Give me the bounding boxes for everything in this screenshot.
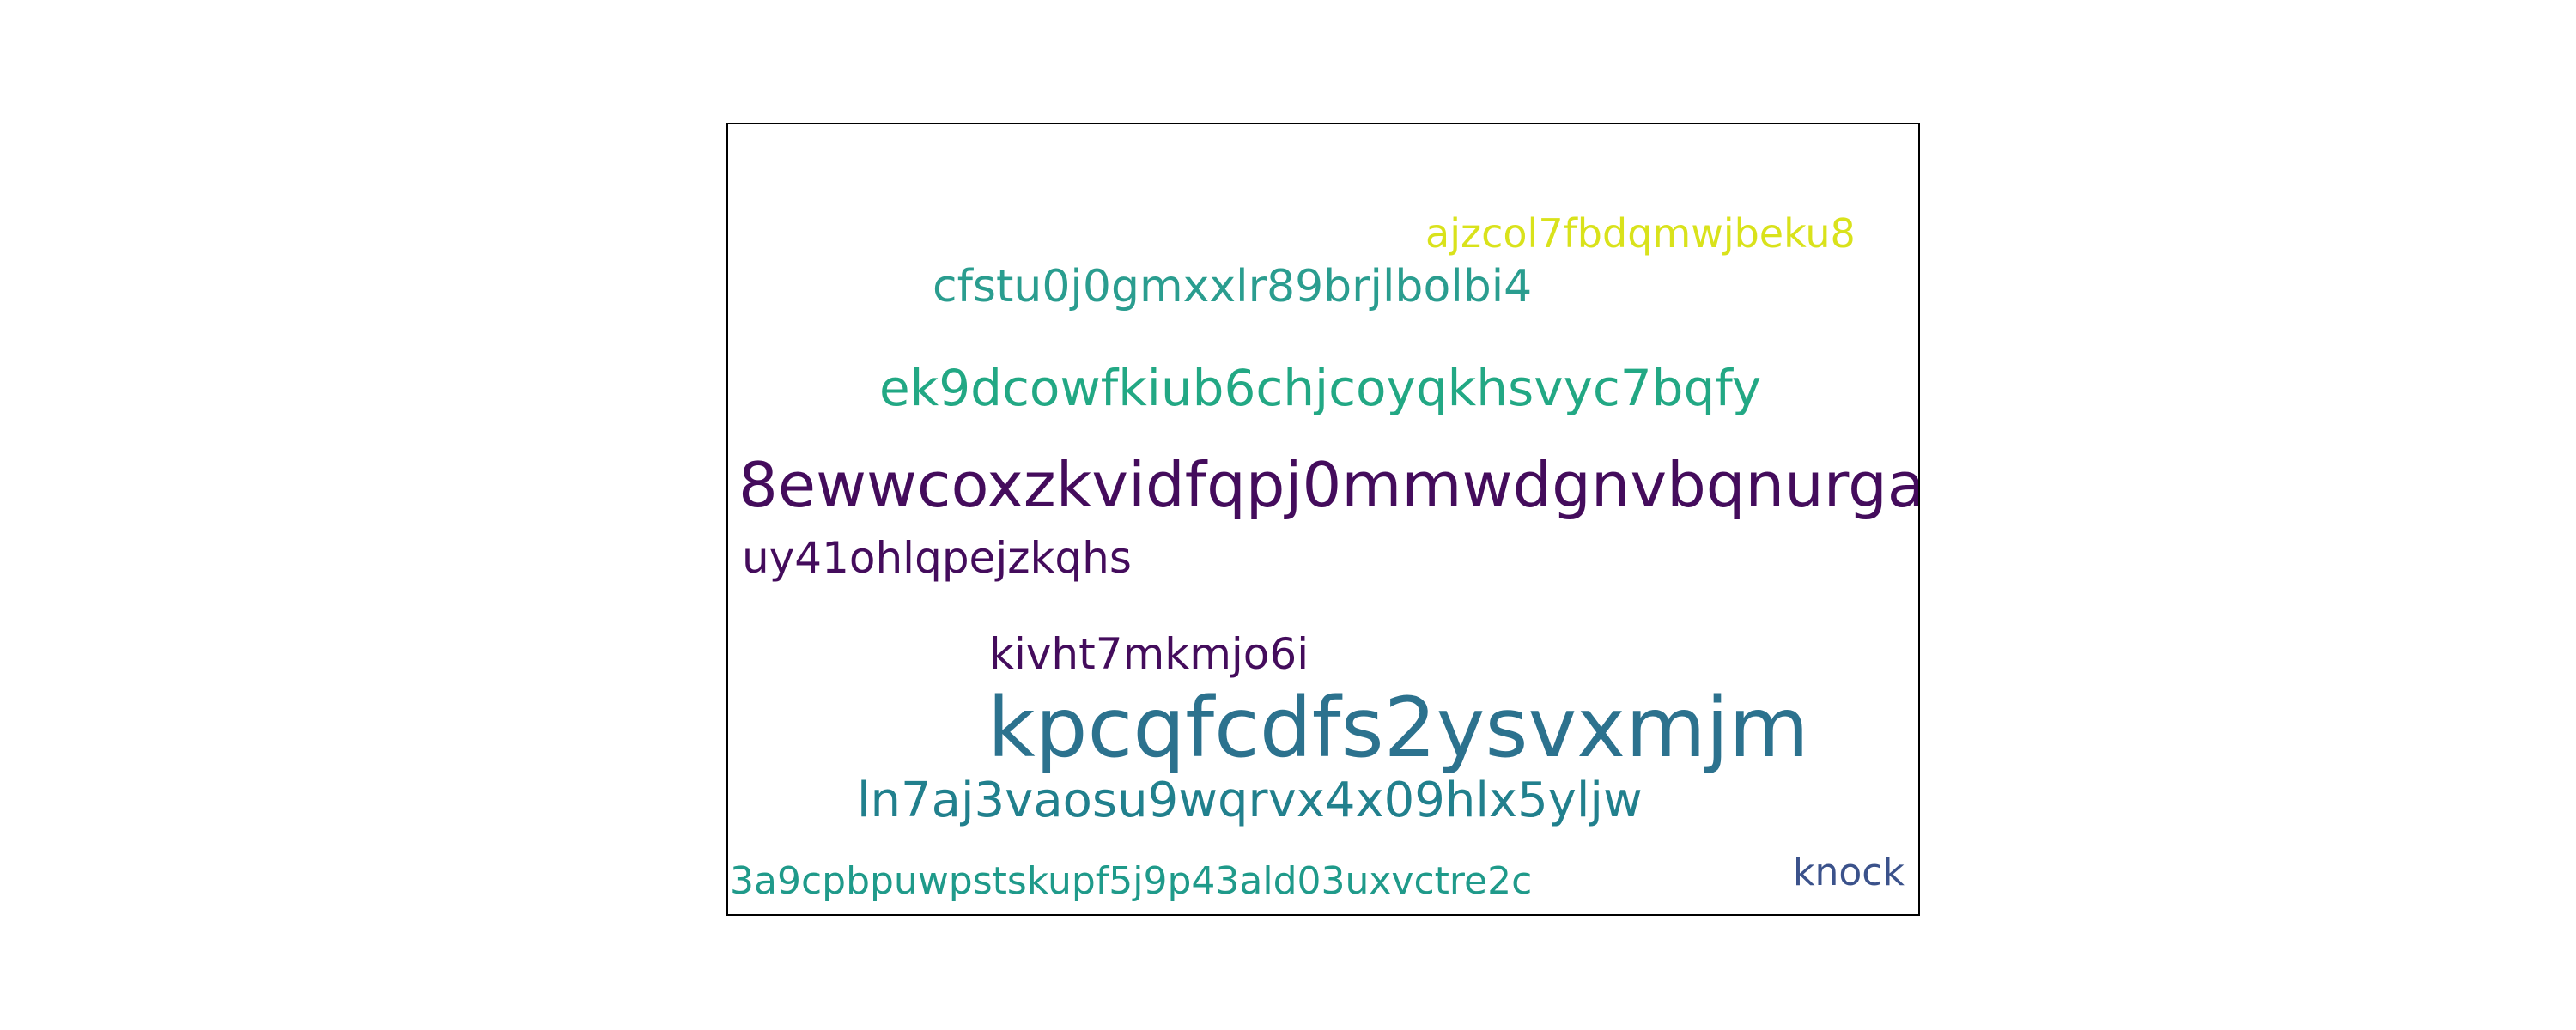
word-7: kpcqfcdfs2ysvxmjm <box>987 680 1809 776</box>
wordcloud-frame: ajzcol7fbdqmwjbeku8 cfstu0j0gmxxlr89brjl… <box>726 123 1920 916</box>
word-5: uy41ohlqpejzkqhs <box>742 533 1132 583</box>
word-3: ek9dcowfkiub6chjcoyqkhsvyc7bqfy <box>879 359 1762 417</box>
word-10: knock <box>1793 851 1905 894</box>
word-6: kivht7mkmjo6i <box>989 629 1309 679</box>
word-4: 8ewwcoxzkvidfqpj0mmwdgnvbqnurgak <box>738 449 1920 521</box>
word-8: ln7aj3vaosu9wqrvx4x09hlx5yljw <box>857 772 1643 828</box>
word-9: 3a9cpbpuwpstskupf5j9p43ald03uxvctre2c <box>730 859 1533 903</box>
word-2: cfstu0j0gmxxlr89brjlbolbi4 <box>933 261 1533 312</box>
word-1: ajzcol7fbdqmwjbeku8 <box>1425 210 1856 257</box>
